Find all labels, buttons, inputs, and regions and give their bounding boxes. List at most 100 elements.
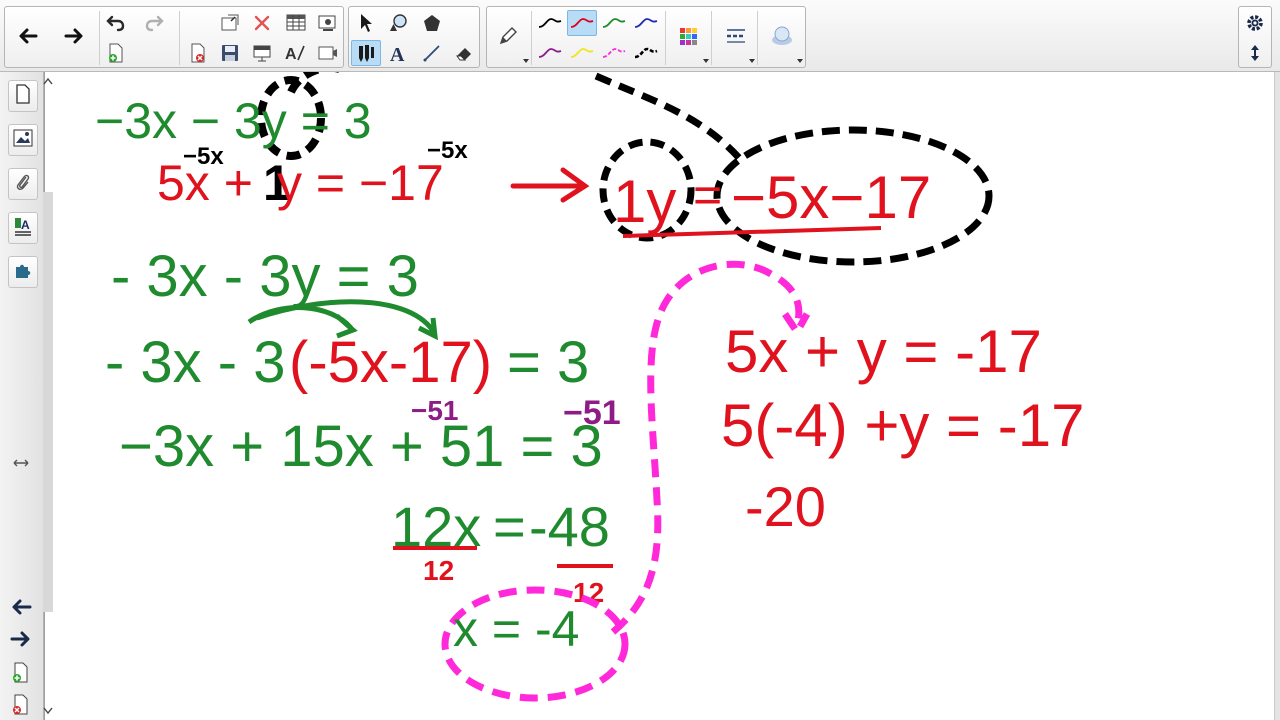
screen-capture-icon (220, 13, 240, 33)
arrow-right-icon (63, 25, 85, 47)
pen-style-7[interactable] (599, 40, 629, 66)
equation-2-right: y = −17 (277, 155, 444, 211)
sidebar-delete-page-button[interactable] (12, 694, 30, 720)
text-recognition-icon: A (285, 43, 307, 63)
properties-tab[interactable]: A (8, 212, 38, 244)
page-scrollbar-left[interactable] (40, 72, 56, 720)
double-arrow-horizontal-icon (12, 456, 30, 473)
settings-button[interactable] (1240, 10, 1270, 36)
addons-tab[interactable] (8, 256, 38, 288)
step-2-right: = 3 (507, 330, 589, 395)
eraser-tool-button[interactable] (449, 40, 479, 66)
pen-style-2[interactable] (567, 10, 597, 36)
answer-x: x = -4 (453, 601, 579, 657)
line-tool-button[interactable] (417, 40, 447, 66)
pen-stroke-icon (634, 18, 658, 28)
pen-stroke-icon (570, 18, 594, 28)
add-page-button[interactable] (101, 40, 131, 66)
shapes-tool-button[interactable] (383, 10, 413, 36)
toolbar-group-tools: A (348, 6, 480, 68)
pen-style-4[interactable] (631, 10, 661, 36)
gallery-tab[interactable] (8, 124, 38, 156)
collapse-sidebar-button[interactable] (12, 456, 30, 474)
step-3: −3x + 15x + 51 = 3 (119, 414, 603, 479)
text-tool-button[interactable]: A (383, 40, 413, 66)
page-scrollbar-right[interactable] (1274, 72, 1280, 720)
fullscreen-button[interactable] (313, 40, 343, 66)
black-dashed-arc-top-left (287, 72, 346, 94)
step-2-left: - 3x - 3 (105, 330, 286, 395)
pen-style-1[interactable] (535, 10, 565, 36)
pen-stroke-icon (634, 47, 658, 59)
undo-button[interactable] (101, 10, 131, 36)
isolated-expression: −5x−17 (731, 164, 931, 231)
whiteboard-canvas[interactable]: −3x − 3y = 3 5x + 1 y = −17 −5x −5x 1y =… (45, 72, 1275, 720)
smart-notebook-window: A A A −3x − 3y = 3 5x + 1 y = −17 −5x −5… (0, 0, 1280, 720)
pen-stroke-icon (602, 18, 626, 28)
color-palette-icon (678, 26, 698, 46)
main-toolbar: A A (0, 0, 1280, 72)
svg-text:A: A (285, 46, 297, 63)
fill-effects-button[interactable] (767, 23, 797, 49)
polygon-icon (422, 13, 442, 33)
redo-icon (144, 14, 164, 32)
toolbar-group-pen-styles (486, 6, 806, 68)
divide-12-left: 12 (423, 555, 454, 586)
pencil-icon (497, 25, 519, 47)
step-4-rhs: -48 (529, 495, 610, 558)
step-1: - 3x - 3y = 3 (111, 244, 419, 309)
shapes-icon (387, 13, 409, 33)
attachments-icon (14, 172, 32, 197)
pen-stroke-icon (538, 48, 562, 58)
toolbar-group-settings (1238, 6, 1272, 68)
document-camera-button[interactable] (313, 10, 343, 36)
isolated-equals: = (693, 167, 722, 223)
delete-page-button[interactable] (183, 40, 213, 66)
polygon-tool-button[interactable] (417, 10, 447, 36)
previous-page-button[interactable] (10, 598, 32, 621)
whiteboard-page[interactable]: −3x − 3y = 3 5x + 1 y = −17 −5x −5x 1y =… (44, 72, 1274, 720)
handwriting-recognition-button[interactable]: A (281, 40, 311, 66)
save-icon (221, 44, 239, 62)
pen-style-5[interactable] (535, 40, 565, 66)
pen-style-8[interactable] (631, 40, 661, 66)
select-tool-button[interactable] (351, 10, 381, 36)
redo-button[interactable] (139, 10, 169, 36)
table-button[interactable] (281, 10, 311, 36)
line-style-button[interactable] (721, 23, 751, 49)
red-arrow (510, 167, 590, 203)
equation-1: −3x − 3y = 3 (95, 93, 372, 149)
pen-style-6[interactable] (567, 40, 597, 66)
svg-text:A: A (21, 218, 30, 232)
line-style-icon (725, 26, 747, 46)
move-toolbar-button[interactable] (1240, 40, 1270, 66)
sidebar-add-page-button[interactable] (12, 662, 30, 689)
delete-x-icon (253, 14, 271, 32)
table-icon (286, 14, 306, 32)
back-button[interactable] (13, 23, 43, 49)
fill-effects-icon (770, 25, 794, 47)
pens-icon (355, 43, 377, 63)
pens-tool-button[interactable] (351, 40, 381, 66)
color-palette-button[interactable] (673, 23, 703, 49)
pen-type-button[interactable] (493, 23, 523, 49)
pen-style-3[interactable] (599, 10, 629, 36)
move-toolbar-icon (1248, 43, 1262, 63)
delete-page-icon (12, 694, 30, 720)
properties-icon: A (13, 216, 33, 241)
gallery-icon (13, 129, 33, 152)
attachments-tab[interactable] (8, 168, 38, 200)
undo-icon (106, 14, 126, 32)
next-page-button[interactable] (10, 630, 32, 653)
screen-shade-button[interactable] (247, 40, 277, 66)
screen-shade-icon (252, 43, 272, 63)
page-sorter-tab[interactable] (8, 80, 38, 112)
save-button[interactable] (215, 40, 245, 66)
sub-3: -20 (745, 475, 826, 538)
delete-button[interactable] (247, 10, 277, 36)
screen-capture-button[interactable] (215, 10, 245, 36)
scrollbar-thumb[interactable] (43, 192, 53, 612)
forward-button[interactable] (59, 23, 89, 49)
sub-1: 5x + y = -17 (725, 318, 1042, 385)
add-page-icon (12, 662, 30, 688)
